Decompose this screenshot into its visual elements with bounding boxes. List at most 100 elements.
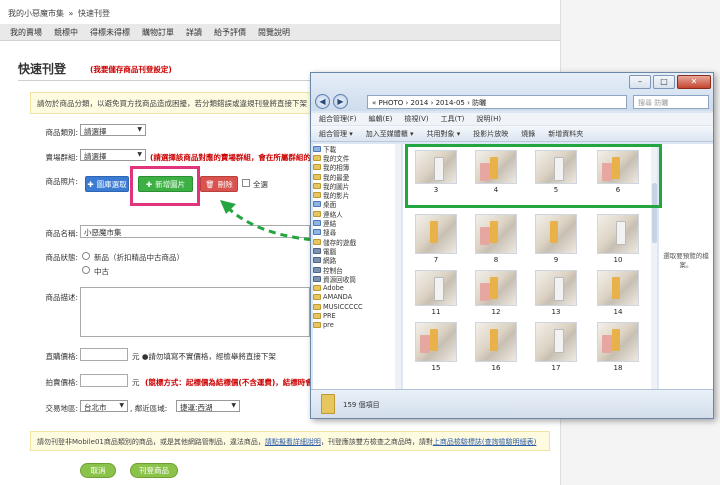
tree-item[interactable]: Adobe bbox=[313, 283, 400, 292]
nearby-select[interactable]: 捷運:西湖 ▼ bbox=[176, 400, 240, 412]
menu-edit[interactable]: 編輯(E) bbox=[369, 114, 393, 124]
item-name-label: 商品名稱: bbox=[45, 229, 78, 238]
city-select[interactable]: 台北市 ▼ bbox=[80, 400, 128, 412]
slideshow-button[interactable]: 投影片放映 bbox=[473, 129, 508, 139]
page-title: 快速刊登 bbox=[18, 62, 67, 76]
explorer-titlebar: – □ ✕ ◀ ▶ « PHOTO › 2014 › 2014-05 › 防曬 … bbox=[311, 73, 713, 111]
tree-item[interactable]: 我的圖片 bbox=[313, 181, 400, 191]
notice-link-inspection[interactable]: 上商品檢驗標誌 bbox=[433, 438, 482, 446]
tree-item[interactable]: PRE bbox=[313, 311, 400, 320]
nav-read[interactable]: 詳讀 bbox=[186, 27, 202, 38]
nav-bidding[interactable]: 競標中 bbox=[54, 27, 78, 38]
tree-item[interactable]: 儲存的遊戲 bbox=[313, 237, 400, 247]
folder-icon bbox=[313, 164, 321, 171]
tree-item[interactable]: AMANDA bbox=[313, 293, 400, 302]
add-to-library-button[interactable]: 加入至媒體櫃 ▾ bbox=[366, 129, 414, 139]
nav-orders[interactable]: 購物訂單 bbox=[142, 27, 174, 38]
tree-item[interactable]: 連結 bbox=[313, 218, 400, 228]
tree-item-label: 資源回收筒 bbox=[323, 275, 356, 284]
tree-item[interactable]: 連絡人 bbox=[313, 209, 400, 219]
tree-item[interactable]: 我的最愛 bbox=[313, 172, 400, 182]
link-icon bbox=[313, 220, 321, 227]
status-used-radio[interactable] bbox=[82, 266, 90, 274]
store-group-select[interactable]: 請選擇 ▼ bbox=[80, 149, 146, 161]
thumbnail[interactable] bbox=[475, 214, 517, 254]
store-group-hint: (請選擇該商品對應的賣場群組，會在所屬群組的商品 bbox=[150, 153, 326, 162]
nav-rating[interactable]: 給予評價 bbox=[214, 27, 246, 38]
thumbnail[interactable] bbox=[475, 322, 517, 362]
close-icon[interactable]: ✕ bbox=[677, 75, 711, 89]
thumbnail[interactable] bbox=[535, 214, 577, 254]
thumbnail-label: 11 bbox=[431, 308, 441, 316]
forward-icon[interactable]: ▶ bbox=[333, 94, 348, 109]
menu-view[interactable]: 檢視(V) bbox=[404, 114, 428, 124]
menu-bar: 組合管理(F) 編輯(E) 檢視(V) 工具(T) 說明(H) bbox=[311, 113, 713, 125]
tree-item[interactable]: MUSICCCCC bbox=[313, 302, 400, 311]
notice-bottom: 請勿刊登非Mobile01商品類別的商品，或是其他網路管制品，違法商品，請點擬看… bbox=[30, 431, 550, 451]
notice-link-details[interactable]: 請點擬看詳細說明 bbox=[265, 438, 321, 446]
bid-input[interactable] bbox=[80, 374, 128, 387]
menu-help[interactable]: 說明(H) bbox=[476, 114, 501, 124]
explorer-window[interactable]: – □ ✕ ◀ ▶ « PHOTO › 2014 › 2014-05 › 防曬 … bbox=[310, 72, 714, 419]
thumbnail-label: 18 bbox=[613, 364, 623, 372]
maximize-icon[interactable]: □ bbox=[653, 75, 675, 89]
tree-scrollbar[interactable] bbox=[395, 144, 401, 389]
new-folder-button[interactable]: 新增資料夾 bbox=[548, 129, 583, 139]
tree-item[interactable]: 桌面 bbox=[313, 200, 400, 209]
nav-my-store[interactable]: 我的賣場 bbox=[10, 27, 42, 38]
tree-item[interactable]: 資源回收筒 bbox=[313, 274, 400, 284]
burn-button[interactable]: 燒錄 bbox=[521, 129, 535, 139]
tree-item[interactable]: 電腦 bbox=[313, 246, 400, 256]
notice-link-table[interactable]: (查詢檢驗明細表) bbox=[482, 438, 536, 446]
category-select[interactable]: 請選擇 ▼ bbox=[80, 124, 146, 136]
back-icon[interactable]: ◀ bbox=[315, 94, 330, 109]
price-input[interactable] bbox=[80, 348, 128, 361]
tree-item[interactable]: 我的相簿 bbox=[313, 163, 400, 172]
thumbnail[interactable] bbox=[535, 270, 577, 306]
thumbnail[interactable] bbox=[415, 214, 457, 254]
thumbnail[interactable] bbox=[475, 270, 517, 306]
tree-item[interactable]: 控制台 bbox=[313, 265, 400, 275]
thumbnail[interactable] bbox=[597, 270, 639, 306]
menu-file[interactable]: 組合管理(F) bbox=[319, 114, 357, 124]
folder-tree[interactable]: 下載 我的文件 我的相簿 我的最愛 我的圖片 我的影片 桌面 連絡人 連結 搜尋… bbox=[313, 144, 401, 389]
recycle-bin-icon bbox=[313, 275, 321, 282]
title-note-link[interactable]: (我要儲存商品刊登設定) bbox=[90, 64, 172, 75]
thumbnail[interactable] bbox=[597, 214, 639, 254]
description-textarea[interactable] bbox=[80, 287, 310, 337]
status-new-radio[interactable] bbox=[82, 252, 90, 260]
notice-top: 請勿於商品分類，以避免買方找商品造成困擾，若分類錯誤或違規刊登將直接下架 bbox=[30, 92, 320, 114]
thumbnail[interactable] bbox=[597, 322, 639, 362]
control-panel-icon bbox=[313, 266, 321, 273]
tree-item[interactable]: 下載 bbox=[313, 144, 400, 154]
thumbnail[interactable] bbox=[535, 322, 577, 362]
thumbnail-label: 16 bbox=[491, 364, 501, 372]
organize-button[interactable]: 組合管理 ▾ bbox=[319, 129, 353, 139]
submit-button[interactable]: 刊登商品 bbox=[130, 463, 178, 478]
search-input[interactable]: 搜尋 防曬 bbox=[633, 95, 709, 109]
folder-icon bbox=[313, 294, 321, 301]
cancel-button[interactable]: 取消 bbox=[80, 463, 116, 478]
delete-image-button[interactable]: 🗑 刪除 bbox=[200, 176, 238, 192]
star-icon bbox=[313, 173, 321, 180]
minimize-icon[interactable]: – bbox=[629, 75, 651, 89]
address-bar[interactable]: « PHOTO › 2014 › 2014-05 › 防曬 bbox=[367, 95, 627, 109]
thumbnail[interactable] bbox=[415, 270, 457, 306]
gallery-select-button[interactable]: ✚ 圖庫選取 bbox=[85, 176, 129, 192]
nav-help[interactable]: 閱覽說明 bbox=[258, 27, 290, 38]
folder-icon bbox=[313, 192, 321, 199]
select-all-checkbox[interactable] bbox=[242, 179, 250, 187]
menu-tools[interactable]: 工具(T) bbox=[441, 114, 465, 124]
highlight-selected-photos bbox=[405, 144, 662, 208]
tree-item[interactable]: 我的文件 bbox=[313, 153, 400, 163]
breadcrumb-home[interactable]: 我的小惡魔市集 bbox=[8, 9, 64, 18]
chevron-down-icon: ▼ bbox=[137, 126, 142, 133]
tree-item[interactable]: 網路 bbox=[313, 256, 400, 265]
share-button[interactable]: 共用對象 ▾ bbox=[427, 129, 461, 139]
download-icon bbox=[313, 145, 321, 152]
tree-item[interactable]: 搜尋 bbox=[313, 228, 400, 237]
nav-won[interactable]: 得標未得標 bbox=[90, 27, 130, 38]
tree-item[interactable]: 我的影片 bbox=[313, 190, 400, 200]
tree-item[interactable]: pre bbox=[313, 321, 400, 330]
thumbnail[interactable] bbox=[415, 322, 457, 362]
